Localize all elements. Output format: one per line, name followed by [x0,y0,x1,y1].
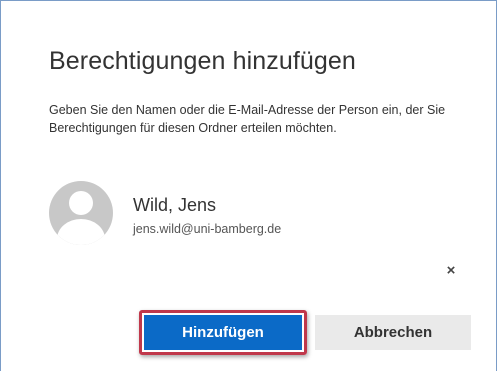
dialog-header: Berechtigungen hinzufügen [49,47,469,76]
avatar-head [69,191,93,215]
person-name: Wild, Jens [133,195,217,215]
selected-person: Wild, Jens jens.wild@uni-bamberg.de [49,181,449,245]
cancel-button[interactable]: Abbrechen [315,315,471,350]
avatar-body [57,219,105,245]
person-placeholder-icon [49,181,113,245]
dialog-title: Berechtigungen hinzufügen [49,47,356,75]
person-email: jens.wild@uni-bamberg.de [133,222,282,236]
add-button[interactable]: Hinzufügen [144,315,302,350]
remove-person-button[interactable]: × [443,263,459,279]
dialog-window: Berechtigungen hinzufügen Geben Sie den … [0,0,497,371]
dialog-instructions: Geben Sie den Namen oder die E-Mail-Adre… [49,103,446,135]
